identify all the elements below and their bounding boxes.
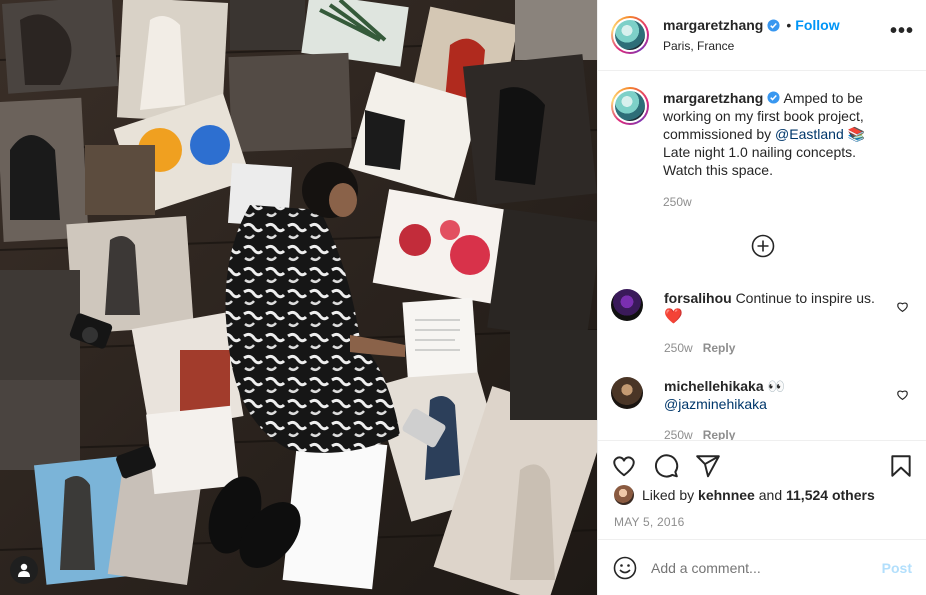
separator-dot: • [786, 17, 792, 33]
post-location[interactable]: Paris, France [663, 39, 840, 53]
author-info: margaretzhang • Follow Paris, France [663, 17, 840, 53]
commenter-username[interactable]: michellehikaka [664, 378, 764, 394]
reply-button[interactable]: Reply [703, 341, 736, 355]
comment-mention[interactable]: @jazminehikaka [664, 396, 767, 412]
reply-button[interactable]: Reply [703, 428, 736, 440]
user-tag-icon [18, 563, 30, 577]
caption-avatar[interactable] [611, 87, 649, 125]
emoji-icon[interactable] [613, 556, 637, 580]
post-header: margaretzhang • Follow Paris, France ••• [598, 0, 926, 71]
post-detail-panel: margaretzhang • Follow Paris, France •••… [597, 0, 926, 595]
commenter-avatar[interactable] [611, 377, 643, 409]
post-actions: Liked by kehnnee and 11,524 others MAY 5… [598, 440, 926, 540]
more-options-icon[interactable]: ••• [890, 21, 914, 41]
add-comment-bar: Post [598, 539, 926, 595]
comment-text: michellehikaka 👀 @jazminehikaka 250w Repl… [664, 377, 894, 440]
comment-time[interactable]: 250w [664, 428, 693, 440]
caption-item: margaretzhang Amped to be working on my … [598, 87, 926, 211]
comment-meta: 250w Reply [664, 339, 894, 357]
commenter-username[interactable]: forsalihou [664, 290, 732, 306]
post-comment-button[interactable]: Post [882, 560, 912, 576]
share-icon[interactable] [695, 453, 721, 479]
likes-count[interactable]: 11,524 others [786, 487, 875, 503]
comment-item: michellehikaka 👀 @jazminehikaka 250w Repl… [598, 377, 926, 440]
red-heart-emoji: ❤️ [664, 308, 683, 325]
comment-item: forsalihou Continue to inspire us. ❤️ 25… [598, 289, 926, 357]
post-date[interactable]: MAY 5, 2016 [598, 515, 926, 529]
caption-time[interactable]: 250w [663, 195, 692, 209]
caption-mention[interactable]: @Eastland [775, 126, 844, 142]
heart-icon[interactable] [611, 453, 637, 479]
comment-body: Continue to inspire us. [735, 290, 875, 306]
comment-icon[interactable] [653, 453, 679, 479]
likes-prefix: Liked by [642, 487, 699, 503]
save-icon[interactable] [888, 453, 914, 479]
author-username[interactable]: margaretzhang [663, 17, 763, 33]
caption-meta: 250w [663, 193, 893, 211]
load-more-icon[interactable] [751, 234, 775, 258]
action-icons [598, 441, 926, 491]
likes-middle: and [754, 487, 786, 503]
post-photo[interactable] [0, 0, 597, 595]
caption-text: margaretzhang Amped to be working on my … [663, 89, 893, 211]
comment-input[interactable] [651, 559, 882, 576]
comment-like-icon[interactable] [896, 388, 909, 401]
collage-image [0, 0, 597, 595]
caption-username[interactable]: margaretzhang [663, 90, 763, 106]
liker-avatar[interactable] [614, 485, 634, 505]
caption-body-end: Late night 1.0 nailing concepts. Watch t… [663, 144, 857, 178]
follow-button[interactable]: Follow [795, 17, 839, 33]
liker-username[interactable]: kehnnee [698, 487, 755, 503]
comment-text: forsalihou Continue to inspire us. ❤️ 25… [664, 289, 894, 357]
comments-list[interactable]: margaretzhang Amped to be working on my … [598, 72, 926, 440]
author-avatar[interactable] [611, 16, 649, 54]
books-emoji: 📚 [847, 126, 866, 142]
likes-summary: Liked by kehnnee and 11,524 others [598, 485, 926, 505]
commenter-avatar[interactable] [611, 289, 643, 321]
comment-like-icon[interactable] [896, 300, 909, 313]
verified-icon [767, 91, 780, 104]
user-tag-button[interactable] [10, 556, 38, 584]
comment-meta: 250w Reply [664, 426, 894, 440]
eyes-emoji: 👀 [767, 378, 785, 394]
verified-icon [767, 18, 780, 32]
comment-time[interactable]: 250w [664, 341, 693, 355]
